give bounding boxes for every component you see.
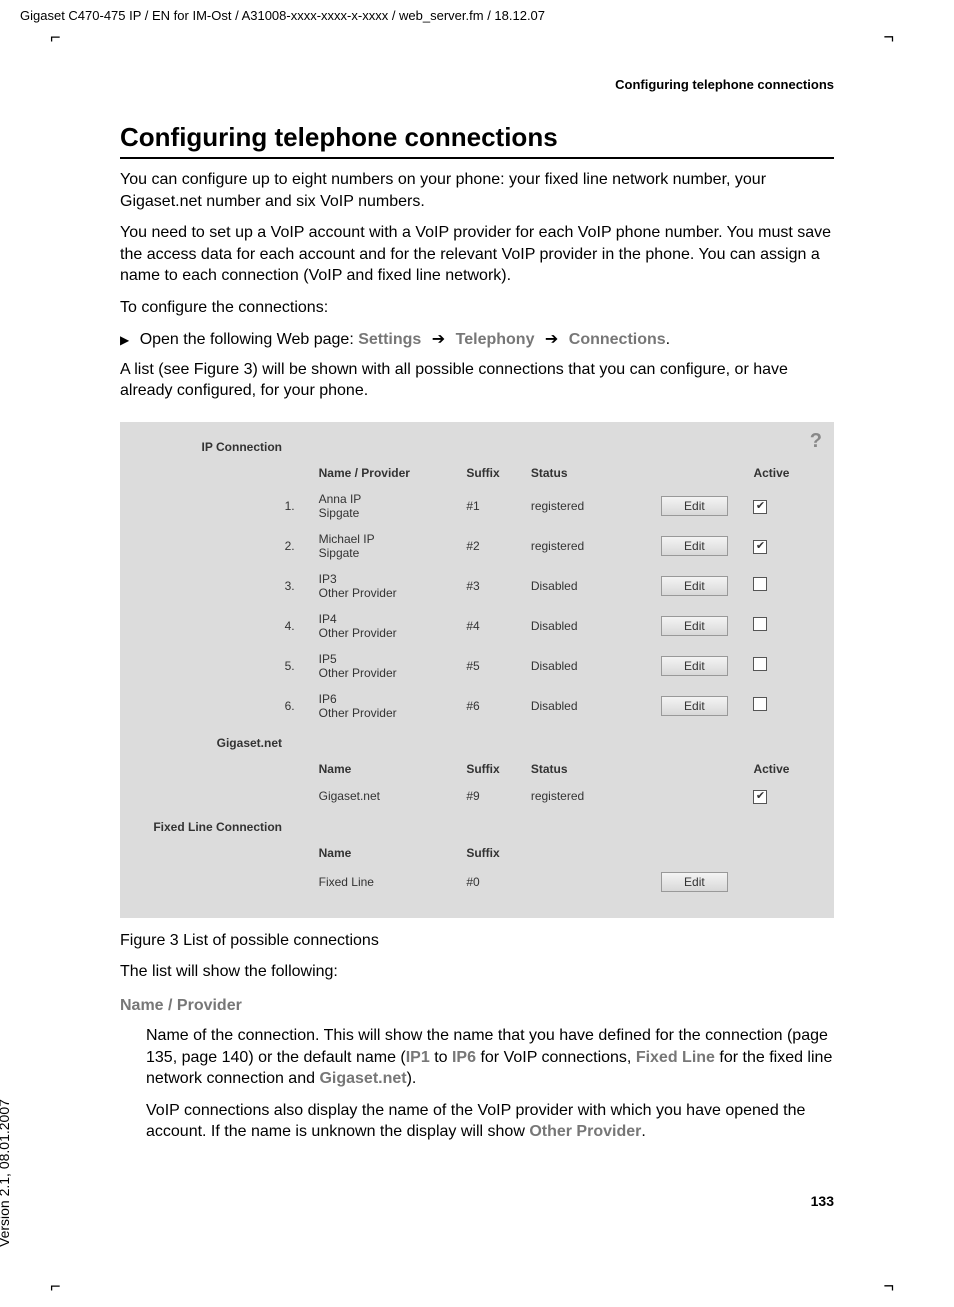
crop-mark: ⌐	[50, 1276, 61, 1297]
intro-p1: You can configure up to eight numbers on…	[120, 169, 834, 212]
arrow-icon: ➔	[432, 331, 445, 348]
nav-suffix: .	[666, 331, 670, 348]
active-checkbox[interactable]: ✔	[753, 500, 767, 514]
connections-panel: ? IP Connection Name / Provider Suffix S…	[120, 422, 834, 918]
page-number: 133	[120, 1193, 834, 1209]
help-icon[interactable]: ?	[810, 430, 822, 453]
edit-button[interactable]: Edit	[661, 656, 728, 676]
active-checkbox[interactable]: ✔	[753, 540, 767, 554]
triangle-icon: ▶	[120, 333, 129, 347]
table-row: Gigaset.net #9 registered ✔	[142, 782, 812, 810]
table-row: 6. IP6Other Provider #6 Disabled Edit	[142, 686, 812, 726]
ip-connection-label: IP Connection	[142, 440, 282, 454]
arrow-icon: ➔	[545, 331, 558, 348]
intro-p3: To configure the connections:	[120, 297, 834, 319]
table-row: 2. Michael IPSipgate #2 registered Edit …	[142, 526, 812, 566]
fixed-header-row: Name Suffix	[142, 840, 812, 866]
col-suffix: Suffix	[460, 460, 525, 486]
running-head: Configuring telephone connections	[120, 77, 834, 92]
intro-p4: A list (see Figure 3) will be shown with…	[120, 359, 834, 402]
gigaset-header-row: Name Suffix Status Active	[142, 756, 812, 782]
version-label: Version 2.1, 08.01.2007	[0, 1099, 12, 1247]
gigaset-label: Gigaset.net	[142, 736, 282, 750]
table-row: Fixed Line #0 Edit	[142, 866, 812, 898]
fixed-line-label: Fixed Line Connection	[142, 820, 282, 834]
def-p2: VoIP connections also display the name o…	[146, 1100, 834, 1143]
edit-button[interactable]: Edit	[661, 576, 728, 596]
nav-connections: Connections	[569, 331, 666, 348]
edit-button[interactable]: Edit	[661, 536, 728, 556]
crop-mark: ¬	[883, 1276, 894, 1297]
def-p1: Name of the connection. This will show t…	[146, 1025, 834, 1090]
def-label: Name / Provider	[120, 997, 834, 1015]
edit-button[interactable]: Edit	[661, 496, 728, 516]
edit-button[interactable]: Edit	[661, 696, 728, 716]
edit-button[interactable]: Edit	[661, 616, 728, 636]
nav-path: ▶ Open the following Web page: Settings …	[120, 329, 834, 349]
figure-caption: Figure 3 List of possible connections	[120, 930, 834, 952]
table-row: 3. IP3Other Provider #3 Disabled Edit	[142, 566, 812, 606]
nav-settings: Settings	[358, 331, 421, 348]
active-checkbox[interactable]: ✔	[753, 790, 767, 804]
edit-button[interactable]: Edit	[661, 872, 728, 892]
table-row: 1. Anna IPSipgate #1 registered Edit ✔	[142, 486, 812, 526]
active-checkbox[interactable]	[753, 697, 767, 711]
col-name: Name / Provider	[313, 460, 461, 486]
active-checkbox[interactable]	[753, 657, 767, 671]
active-checkbox[interactable]	[753, 577, 767, 591]
list-intro: The list will show the following:	[120, 961, 834, 983]
col-status: Status	[525, 460, 642, 486]
nav-telephony: Telephony	[456, 331, 535, 348]
active-checkbox[interactable]	[753, 617, 767, 631]
nav-prefix: Open the following Web page:	[140, 331, 359, 348]
table-row: 4. IP4Other Provider #4 Disabled Edit	[142, 606, 812, 646]
table-row: 5. IP5Other Provider #5 Disabled Edit	[142, 646, 812, 686]
intro-p2: You need to set up a VoIP account with a…	[120, 222, 834, 287]
crop-marks: ⌐¬	[0, 27, 954, 47]
col-active: Active	[747, 460, 812, 486]
page-title: Configuring telephone connections	[120, 122, 834, 159]
doc-header: Gigaset C470-475 IP / EN for IM-Ost / A3…	[0, 0, 954, 27]
ip-header-row: Name / Provider Suffix Status Active	[142, 460, 812, 486]
